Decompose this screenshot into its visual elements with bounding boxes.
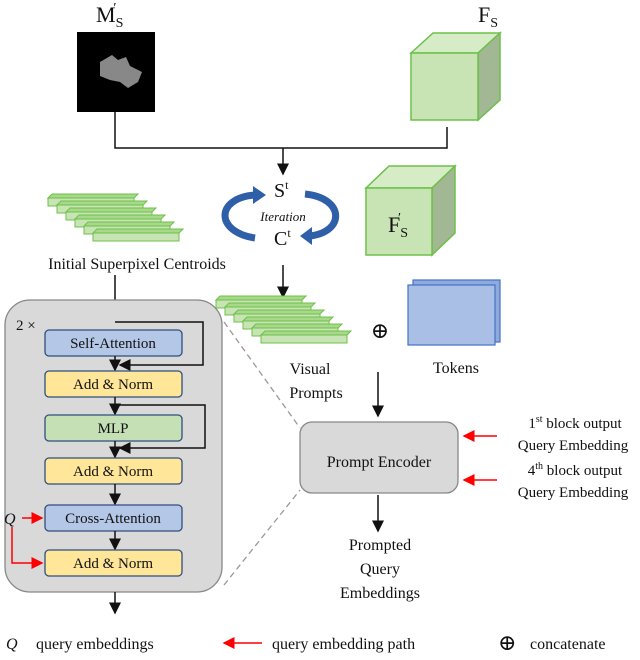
mlp-block: MLP bbox=[44, 414, 183, 442]
centroids-label: Initial Superpixel Centroids bbox=[48, 256, 226, 273]
tokens-block bbox=[407, 279, 501, 346]
feature-cube: FS bbox=[409, 2, 502, 122]
svg-text:Add & Norm: Add & Norm bbox=[73, 377, 153, 393]
visual-prompts-label: Visual bbox=[290, 361, 331, 378]
output-label: Query bbox=[360, 561, 400, 578]
visual-prompt-tokens bbox=[214, 295, 353, 344]
concat-icon: ⊕ bbox=[498, 630, 516, 655]
centroid-tokens bbox=[46, 193, 185, 242]
svg-text:Ct: Ct bbox=[274, 226, 291, 250]
token bbox=[91, 228, 185, 242]
add-norm-block: Add & Norm bbox=[44, 370, 183, 398]
svg-text:MS′: MS′ bbox=[96, 1, 123, 31]
visual-prompts-label: Prompts bbox=[289, 385, 342, 402]
svg-text:Cross-Attention: Cross-Attention bbox=[65, 511, 161, 527]
q-label: Q bbox=[4, 511, 16, 528]
refined-feature-cube: FS′ bbox=[364, 164, 457, 257]
transformer-panel: 2 × Self-Attention Add & Norm MLP Add & Nor… bbox=[4, 299, 223, 593]
svg-text:Prompt Encoder: Prompt Encoder bbox=[327, 454, 432, 471]
side-input-4-line2: Query Embedding bbox=[518, 485, 629, 501]
side-input-1: 1st block output bbox=[528, 414, 622, 432]
svg-text:query embeddings: query embeddings bbox=[36, 636, 154, 653]
side-input-4: 4th block output bbox=[528, 461, 623, 479]
svg-text:Add & Norm: Add & Norm bbox=[73, 556, 153, 572]
svg-text:Iteration: Iteration bbox=[259, 209, 306, 224]
svg-text:St: St bbox=[274, 178, 289, 202]
add-norm-block: Add & Norm bbox=[44, 457, 183, 485]
svg-text:query embedding path: query embedding path bbox=[272, 636, 415, 653]
prompt-encoder: Prompt Encoder bbox=[299, 421, 459, 494]
token bbox=[259, 330, 353, 344]
svg-text:concatenate: concatenate bbox=[530, 636, 606, 653]
iteration-loop: St Iteration Ct bbox=[221, 178, 340, 250]
add-norm-block: Add & Norm bbox=[44, 549, 183, 577]
svg-text:Self-Attention: Self-Attention bbox=[70, 336, 156, 352]
svg-text:FS: FS bbox=[478, 2, 498, 31]
loop-arrow-icon bbox=[300, 227, 312, 245]
cross-attention-block: Cross-Attention bbox=[44, 504, 183, 532]
svg-text:Add & Norm: Add & Norm bbox=[73, 464, 153, 480]
merge-line bbox=[114, 112, 448, 149]
svg-text:Q: Q bbox=[6, 636, 18, 653]
output-label: Embeddings bbox=[340, 585, 420, 602]
dashed-line bbox=[223, 489, 301, 586]
svg-text:2 ×: 2 × bbox=[16, 318, 36, 334]
tokens-label: Tokens bbox=[433, 360, 479, 377]
self-attention-block: Self-Attention bbox=[44, 329, 183, 357]
concat-icon: ⊕ bbox=[371, 318, 389, 343]
svg-text:MLP: MLP bbox=[98, 421, 129, 437]
legend: Q query embeddings query embedding path … bbox=[6, 630, 606, 655]
loop-arrow-icon bbox=[253, 186, 266, 204]
diagram: MS′ FS St Iteration Ct FS′ Initial Super… bbox=[0, 0, 640, 655]
output-label: Prompted bbox=[349, 537, 411, 554]
side-input-1-line2: Query Embedding bbox=[518, 438, 629, 454]
mask-input: MS′ bbox=[77, 1, 155, 112]
